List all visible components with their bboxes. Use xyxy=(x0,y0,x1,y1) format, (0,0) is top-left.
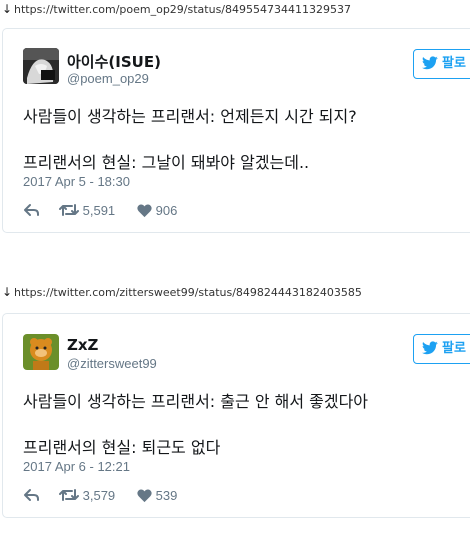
tweet-actions: 5,591 906 xyxy=(23,201,323,221)
retweet-icon xyxy=(59,489,79,501)
tweet-card: 아이수(ISUE) @poem_op29 팔로 사람들이 생각하는 프리랜서: … xyxy=(2,28,470,233)
follow-label: 팔로 xyxy=(442,56,466,71)
heart-icon xyxy=(137,204,152,218)
reply-icon xyxy=(24,204,39,216)
avatar[interactable] xyxy=(23,48,59,84)
twitter-bird-icon xyxy=(422,56,438,70)
tweet-timestamp[interactable]: 2017 Apr 6 - 12:21 xyxy=(23,459,130,474)
tweet-text-line: 사람들이 생각하는 프리랜서: 언제든지 시간 되지? xyxy=(23,107,357,126)
display-name[interactable]: ZxZ xyxy=(67,336,98,354)
retweet-icon xyxy=(59,204,79,216)
source-url[interactable]: https://twitter.com/poem_op29/status/849… xyxy=(14,3,351,16)
source-url[interactable]: https://twitter.com/zittersweet99/status… xyxy=(14,286,362,299)
reply-icon xyxy=(24,489,39,501)
like-button[interactable]: 539 xyxy=(137,486,177,506)
tweet-actions: 3,579 539 xyxy=(23,486,323,506)
like-count: 906 xyxy=(155,203,178,218)
follow-button[interactable]: 팔로 xyxy=(413,49,470,79)
source-url-line: ↓ https://twitter.com/zittersweet99/statu… xyxy=(0,283,362,301)
avatar[interactable] xyxy=(23,334,59,370)
retweet-count: 5,591 xyxy=(82,203,116,218)
user-handle[interactable]: @poem_op29 xyxy=(67,71,149,86)
follow-label: 팔로 xyxy=(442,341,466,356)
source-url-line: ↓ https://twitter.com/poem_op29/status/84… xyxy=(0,0,351,18)
like-button[interactable]: 906 xyxy=(137,201,177,221)
tweet-text-line: 프리랜서의 현실: 그날이 돼봐야 알겠는데.. xyxy=(23,153,310,172)
reply-button[interactable] xyxy=(23,201,41,221)
heart-icon xyxy=(137,489,152,503)
arrow-down-icon: ↓ xyxy=(1,2,13,16)
reply-button[interactable] xyxy=(23,486,41,506)
retweet-button[interactable]: 3,579 xyxy=(59,486,115,506)
tweet-text-line: 사람들이 생각하는 프리랜서: 출근 안 해서 좋겠다아 xyxy=(23,392,369,411)
follow-button[interactable]: 팔로 xyxy=(413,334,470,364)
arrow-down-icon: ↓ xyxy=(1,285,13,299)
tweet-timestamp[interactable]: 2017 Apr 5 - 18:30 xyxy=(23,174,130,189)
user-handle[interactable]: @zittersweet99 xyxy=(67,356,157,371)
tweet-text-line: 프리랜서의 현실: 퇴근도 없다 xyxy=(23,438,221,457)
display-name[interactable]: 아이수(ISUE) xyxy=(67,51,161,72)
retweet-count: 3,579 xyxy=(82,488,116,503)
like-count: 539 xyxy=(155,488,178,503)
retweet-button[interactable]: 5,591 xyxy=(59,201,115,221)
twitter-bird-icon xyxy=(422,341,438,355)
tweet-card: ZxZ @zittersweet99 팔로 사람들이 생각하는 프리랜서: 출근… xyxy=(2,313,470,518)
